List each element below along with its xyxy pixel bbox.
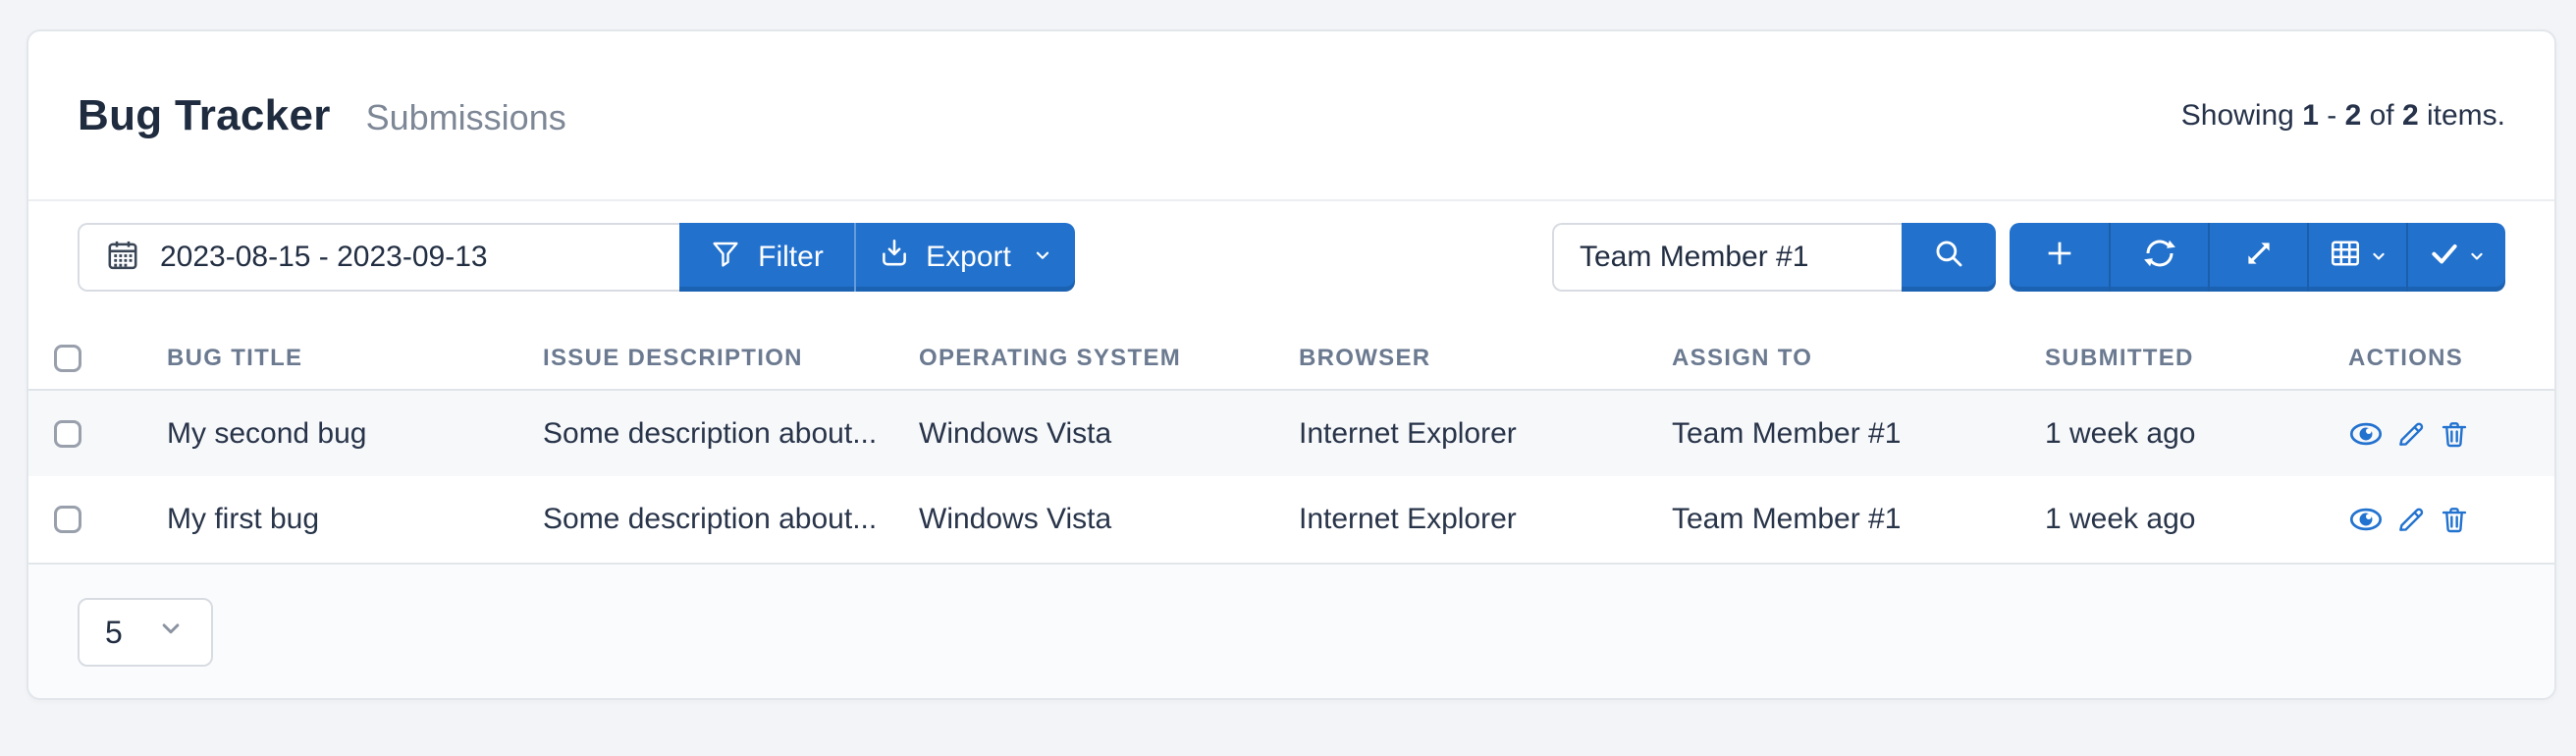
row-actions bbox=[2348, 416, 2541, 452]
column-header-assign-to: Assign To bbox=[1672, 327, 2045, 391]
cell-submitted: 1 week ago bbox=[2045, 503, 2196, 535]
column-header-actions: Actions bbox=[2348, 327, 2554, 391]
fullscreen-icon bbox=[2242, 237, 2276, 278]
select-all-cell bbox=[28, 327, 167, 391]
select-mode-button[interactable] bbox=[2406, 223, 2505, 292]
plus-icon bbox=[2043, 237, 2076, 278]
export-button[interactable]: Export bbox=[854, 223, 1075, 292]
row-checkbox[interactable] bbox=[54, 506, 81, 533]
search-input[interactable] bbox=[1560, 228, 1902, 287]
cell-issue-description: Some description about... bbox=[543, 416, 878, 450]
chevron-down-icon bbox=[1032, 241, 1053, 274]
cell-assign-to: Team Member #1 bbox=[1672, 503, 1902, 535]
row-checkbox[interactable] bbox=[54, 419, 81, 448]
cell-assign-to: Team Member #1 bbox=[1672, 416, 1902, 450]
bug-tracker-panel: Bug Tracker Submissions Showing 1 - 2 of… bbox=[27, 29, 2556, 700]
cell-browser: Internet Explorer bbox=[1299, 416, 1517, 450]
page-size-value: 5 bbox=[105, 614, 123, 650]
cell-bug-title: My first bug bbox=[167, 503, 320, 535]
view-action-button[interactable] bbox=[2348, 502, 2384, 537]
toggle-columns-button[interactable] bbox=[2307, 223, 2406, 292]
summary-of: of bbox=[2361, 98, 2402, 132]
items-summary: Showing 1 - 2 of 2 items. bbox=[2181, 99, 2505, 133]
cell-bug-title: My second bug bbox=[167, 416, 367, 450]
add-button[interactable] bbox=[2010, 223, 2109, 292]
check-icon bbox=[2428, 237, 2461, 278]
breadcrumb: Bug Tracker Submissions bbox=[78, 91, 566, 140]
submissions-table: Bug Title Issue Description Operating Sy… bbox=[28, 327, 2554, 563]
page-subtitle: Submissions bbox=[365, 96, 566, 137]
calendar-icon bbox=[105, 238, 140, 278]
search-and-actions bbox=[1552, 223, 2505, 292]
export-icon bbox=[878, 237, 911, 278]
summary-to: 2 bbox=[2344, 98, 2362, 132]
summary-showing: Showing bbox=[2180, 98, 2303, 132]
refresh-icon bbox=[2142, 236, 2177, 279]
edit-action-button[interactable] bbox=[2395, 504, 2427, 535]
funnel-icon bbox=[710, 238, 741, 277]
search-icon bbox=[1932, 237, 1965, 278]
fullscreen-button[interactable] bbox=[2208, 223, 2307, 292]
search-field[interactable] bbox=[1552, 223, 1902, 292]
column-header-browser: Browser bbox=[1299, 327, 1672, 391]
date-range-field[interactable] bbox=[78, 223, 679, 292]
refresh-button[interactable] bbox=[2109, 223, 2208, 292]
cell-issue-description: Some description about... bbox=[543, 503, 878, 535]
row-actions bbox=[2348, 502, 2541, 537]
table-row: My second bug Some description about... … bbox=[28, 390, 2554, 476]
column-header-issue-description: Issue Description bbox=[543, 327, 919, 391]
date-filter-group: Filter Export bbox=[78, 223, 1075, 292]
search-button[interactable] bbox=[1902, 223, 1996, 292]
filter-button[interactable]: Filter bbox=[679, 223, 854, 292]
table-row: My first bug Some description about... W… bbox=[28, 476, 2554, 563]
grid-toolbar-group bbox=[2010, 223, 2505, 292]
column-header-submitted: Submitted bbox=[2045, 327, 2348, 391]
view-action-button[interactable] bbox=[2348, 416, 2384, 452]
panel-header: Bug Tracker Submissions Showing 1 - 2 of… bbox=[28, 31, 2554, 201]
delete-action-button[interactable] bbox=[2439, 504, 2470, 535]
column-header-operating-system: Operating System bbox=[919, 327, 1299, 391]
page-title: Bug Tracker bbox=[78, 90, 331, 139]
edit-action-button[interactable] bbox=[2395, 418, 2427, 450]
summary-total: 2 bbox=[2401, 98, 2419, 132]
cell-operating-system: Windows Vista bbox=[919, 503, 1112, 535]
table-header-row: Bug Title Issue Description Operating Sy… bbox=[28, 327, 2554, 391]
panel-footer: 5 bbox=[28, 563, 2554, 698]
summary-from: 1 bbox=[2302, 98, 2319, 132]
page-size-select[interactable]: 5 bbox=[78, 598, 213, 667]
filter-button-label: Filter bbox=[758, 241, 824, 273]
cell-browser: Internet Explorer bbox=[1299, 503, 1517, 535]
toolbar: Filter Export bbox=[78, 223, 2505, 292]
grid-icon bbox=[2328, 236, 2363, 279]
cell-operating-system: Windows Vista bbox=[919, 416, 1112, 450]
date-range-input[interactable] bbox=[140, 228, 679, 287]
chevron-down-icon bbox=[2467, 241, 2487, 274]
cell-submitted: 1 week ago bbox=[2045, 416, 2196, 450]
delete-action-button[interactable] bbox=[2439, 418, 2470, 450]
chevron-down-icon bbox=[156, 614, 186, 651]
chevron-down-icon bbox=[2369, 241, 2388, 274]
select-all-checkbox[interactable] bbox=[54, 344, 81, 372]
summary-items: items. bbox=[2418, 98, 2505, 132]
column-header-bug-title: Bug Title bbox=[167, 327, 543, 391]
summary-dash: - bbox=[2318, 98, 2345, 132]
export-button-label: Export bbox=[926, 241, 1011, 273]
